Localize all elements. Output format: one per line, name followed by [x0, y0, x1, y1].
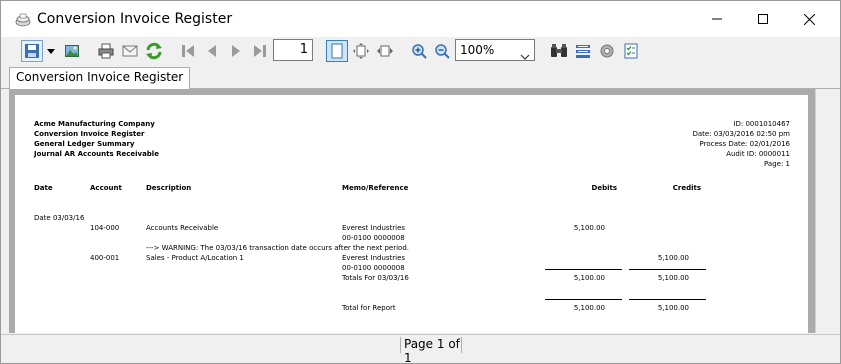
row-description: Sales - Product A/Location 1 [146, 254, 244, 262]
zoom-in-icon[interactable] [408, 40, 430, 62]
maximize-button[interactable] [740, 1, 786, 37]
row-memo: Everest Industries [342, 254, 406, 262]
title-bar[interactable]: Conversion Invoice Register [1, 1, 840, 37]
single-page-view-icon[interactable] [326, 40, 348, 62]
minimize-button[interactable] [694, 1, 740, 37]
col-header-description: Description [146, 184, 192, 192]
col-header-credits: Credits [672, 184, 701, 192]
debit-subtotal-rule [545, 269, 622, 270]
checklist-icon[interactable] [620, 40, 642, 62]
zoom-value: 100% [460, 43, 495, 57]
report-title: Conversion Invoice Register [34, 130, 145, 138]
refresh-icon[interactable] [143, 40, 165, 62]
total-report-label: Total for Report [342, 304, 396, 312]
zoom-select[interactable]: 100% [455, 39, 535, 61]
export-image-icon[interactable] [61, 40, 83, 62]
close-button[interactable] [786, 1, 832, 37]
totals-for-debit: 5,100.00 [573, 274, 605, 282]
totals-for-credit: 5,100.00 [657, 274, 689, 282]
dropdown-arrow-icon[interactable] [45, 40, 57, 62]
col-header-memo: Memo/Reference [342, 184, 409, 192]
col-header-account: Account [90, 184, 122, 192]
credit-subtotal-rule [629, 269, 706, 270]
zoom-out-icon[interactable] [431, 40, 453, 62]
row-credit: 5,100.00 [657, 254, 689, 262]
report-canvas[interactable]: Acme Manufacturing Company Conversion In… [9, 89, 832, 333]
app-icon [15, 12, 31, 27]
print-icon[interactable] [95, 40, 117, 62]
warning-message: ---> WARNING: The 03/03/16 transaction d… [146, 244, 410, 252]
col-header-debits: Debits [591, 184, 617, 192]
debit-total-rule [545, 299, 622, 300]
window-title: Conversion Invoice Register [37, 11, 233, 27]
row-memo: Everest Industries [342, 224, 406, 232]
save-icon[interactable] [21, 40, 43, 62]
find-icon[interactable] [548, 40, 570, 62]
page-status: Page 1 of 1 [404, 337, 460, 364]
row-account: 400-001 [90, 254, 120, 262]
page-label: Page: 1 [764, 160, 790, 168]
last-page-icon[interactable] [249, 40, 271, 62]
total-report-credit: 5,100.00 [657, 304, 689, 312]
group-tree-icon[interactable] [572, 40, 594, 62]
settings-icon[interactable] [596, 40, 618, 62]
report-viewer-window: Conversion Invoice Register 1 100% Conve… [0, 0, 841, 364]
col-header-date: Date [34, 184, 53, 192]
row-description: Accounts Receivable [146, 224, 219, 232]
first-page-icon[interactable] [177, 40, 199, 62]
row-reference: 00-0100 0000008 [342, 264, 405, 272]
company-name: Acme Manufacturing Company [34, 120, 155, 128]
vertical-scrollbar[interactable] [815, 89, 832, 333]
credit-total-rule [629, 299, 706, 300]
report-subtitle: General Ledger Summary [34, 140, 135, 148]
tab-conversion-invoice-register[interactable]: Conversion Invoice Register [9, 67, 191, 90]
row-reference: 00-0100 0000008 [342, 234, 405, 242]
status-bar: Page 1 of 1 [1, 334, 840, 364]
report-id: ID: 0001010467 [733, 120, 790, 128]
tab-strip: Conversion Invoice Register [1, 67, 840, 90]
report-date: Date: 03/03/2016 02:50 pm [692, 130, 790, 138]
page-number-input[interactable]: 1 [273, 39, 313, 61]
next-page-icon[interactable] [225, 40, 247, 62]
toolbar: 1 100% [1, 37, 840, 67]
group-date: Date 03/03/16 [34, 214, 85, 222]
fit-width-icon[interactable] [374, 40, 396, 62]
journal-name: Journal AR Accounts Receivable [34, 150, 159, 158]
process-date: Process Date: 02/01/2016 [699, 140, 790, 148]
total-report-debit: 5,100.00 [573, 304, 605, 312]
fit-page-icon[interactable] [350, 40, 372, 62]
email-icon[interactable] [119, 40, 141, 62]
audit-id: Audit ID: 0000011 [726, 150, 790, 158]
status-divider [461, 337, 462, 353]
row-account: 104-000 [90, 224, 120, 232]
report-page: Acme Manufacturing Company Conversion In… [15, 95, 808, 333]
totals-for-label: Totals For 03/03/16 [342, 274, 409, 282]
status-divider [400, 337, 401, 353]
chevron-down-icon [520, 46, 530, 66]
row-debit: 5,100.00 [573, 224, 605, 232]
previous-page-icon[interactable] [201, 40, 223, 62]
